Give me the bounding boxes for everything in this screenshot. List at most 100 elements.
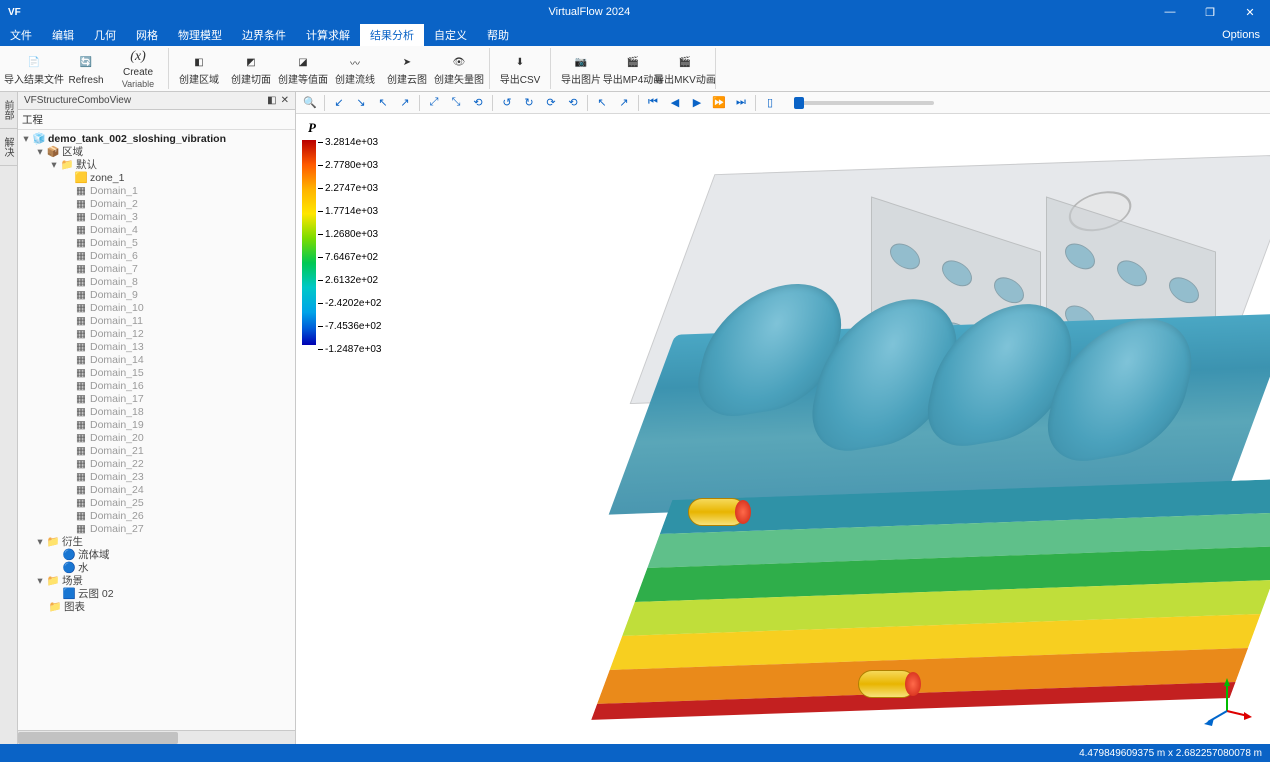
- select-icon[interactable]: ↗: [614, 94, 634, 112]
- ribbon-iso-icon[interactable]: ◪创建等值面: [277, 48, 329, 89]
- ribbon-streamline-icon[interactable]: 〰创建流线: [329, 48, 381, 89]
- timeline-slider[interactable]: [794, 101, 934, 105]
- ribbon-import-icon[interactable]: 📄导入结果文件: [8, 48, 60, 89]
- menu-item[interactable]: 帮助: [477, 24, 519, 46]
- tree-domain[interactable]: ▦Domain_18: [18, 405, 295, 418]
- tree-derived[interactable]: ▾ 📁 衍生: [18, 535, 295, 548]
- menu-item[interactable]: 网格: [126, 24, 168, 46]
- tree-domain[interactable]: ▦Domain_8: [18, 275, 295, 288]
- ribbon-mkv-icon[interactable]: 🎬导出MKV动画: [659, 48, 711, 89]
- ribbon-variable-icon[interactable]: (x)CreateVariable: [112, 48, 164, 89]
- menu-item[interactable]: 编辑: [42, 24, 84, 46]
- menu-item[interactable]: 物理模型: [168, 24, 232, 46]
- tree-domain[interactable]: ▦Domain_21: [18, 444, 295, 457]
- ribbon-region-icon[interactable]: ◧创建区域: [173, 48, 225, 89]
- tree-h-scrollbar[interactable]: [18, 730, 295, 744]
- tree-panel-header: VFStructureComboView ◧ ✕: [18, 92, 295, 110]
- tree-domain[interactable]: ▦Domain_11: [18, 314, 295, 327]
- playback-first[interactable]: ⏮: [643, 94, 663, 112]
- playback-prev[interactable]: ◀: [665, 94, 685, 112]
- tree-domain[interactable]: ▦Domain_6: [18, 249, 295, 262]
- tree-domain[interactable]: ▦Domain_14: [18, 353, 295, 366]
- tree-domain[interactable]: ▦Domain_24: [18, 483, 295, 496]
- render-canvas[interactable]: P 3.2814e+032.7780e+032.2747e+031.7714e+…: [296, 114, 1270, 744]
- ribbon-csv-icon[interactable]: ⬇导出CSV: [494, 48, 546, 89]
- project-tree[interactable]: ▾ 🧊 demo_tank_002_sloshing_vibration ▾ 📦…: [18, 130, 295, 730]
- tree-domain[interactable]: ▦Domain_19: [18, 418, 295, 431]
- tree-scene[interactable]: ▾ 📁 场景: [18, 574, 295, 587]
- tree-domain[interactable]: ▦Domain_23: [18, 470, 295, 483]
- ribbon-image-icon[interactable]: 📷导出图片: [555, 48, 607, 89]
- tree-domain[interactable]: ▦Domain_22: [18, 457, 295, 470]
- expand-icon[interactable]: ▾: [34, 146, 46, 158]
- tree-domain[interactable]: ▦Domain_26: [18, 509, 295, 522]
- tree-default[interactable]: ▾ 📁 默认: [18, 158, 295, 171]
- tree-zone[interactable]: 🟨 zone_1: [18, 171, 295, 184]
- maximize-button[interactable]: ❐: [1190, 0, 1230, 24]
- menu-item[interactable]: 结果分析: [360, 24, 424, 46]
- tree-domain[interactable]: ▦Domain_20: [18, 431, 295, 444]
- side-tab[interactable]: 解决: [0, 129, 17, 166]
- expand-icon[interactable]: ▾: [34, 536, 46, 548]
- tree-derived-item[interactable]: 🔵水: [18, 561, 295, 574]
- playback-play[interactable]: ▶: [687, 94, 707, 112]
- menu-item[interactable]: 文件: [0, 24, 42, 46]
- tree-domain[interactable]: ▦Domain_2: [18, 197, 295, 210]
- tree-project[interactable]: ▾ 🧊 demo_tank_002_sloshing_vibration: [18, 132, 295, 145]
- axis-view-icon[interactable]: ⟲: [468, 94, 488, 112]
- tree-domain[interactable]: ▦Domain_1: [18, 184, 295, 197]
- rotate-icon[interactable]: ⟲: [563, 94, 583, 112]
- axis-view-icon[interactable]: ⤡: [446, 94, 466, 112]
- tree-domain[interactable]: ▦Domain_16: [18, 379, 295, 392]
- tree-domain[interactable]: ▦Domain_25: [18, 496, 295, 509]
- tree-domain[interactable]: ▦Domain_7: [18, 262, 295, 275]
- zoom-fit-icon[interactable]: 🔍: [300, 94, 320, 112]
- menu-item[interactable]: 边界条件: [232, 24, 296, 46]
- tree-domain[interactable]: ▦Domain_10: [18, 301, 295, 314]
- rotate-icon[interactable]: ↻: [519, 94, 539, 112]
- playback-last[interactable]: ⏭: [731, 94, 751, 112]
- menu-item[interactable]: 几何: [84, 24, 126, 46]
- tree-domain[interactable]: ▦Domain_12: [18, 327, 295, 340]
- tree-chart[interactable]: 📁 图表: [18, 600, 295, 613]
- menu-options[interactable]: Options: [1212, 24, 1270, 46]
- domain-icon: ▦: [74, 328, 88, 340]
- playback-next[interactable]: ⏩: [709, 94, 729, 112]
- tree-region[interactable]: ▾ 📦 区域: [18, 145, 295, 158]
- minimize-button[interactable]: —: [1150, 0, 1190, 24]
- tree-root-label: 工程: [18, 110, 295, 130]
- axis-view-icon[interactable]: ↖: [373, 94, 393, 112]
- ribbon-refresh-icon[interactable]: 🔄Refresh: [60, 48, 112, 89]
- axis-view-icon[interactable]: ↘: [351, 94, 371, 112]
- tree-domain[interactable]: ▦Domain_4: [18, 223, 295, 236]
- tree-domain[interactable]: ▦Domain_9: [18, 288, 295, 301]
- select-icon[interactable]: ↖: [592, 94, 612, 112]
- ribbon-contour-icon[interactable]: ➤创建云图: [381, 48, 433, 89]
- tree-scene-item[interactable]: 🟦云图 02: [18, 587, 295, 600]
- tree-domain[interactable]: ▦Domain_27: [18, 522, 295, 535]
- tree-domain[interactable]: ▦Domain_17: [18, 392, 295, 405]
- rotate-icon[interactable]: ⟳: [541, 94, 561, 112]
- tree-domain[interactable]: ▦Domain_5: [18, 236, 295, 249]
- axis-view-icon[interactable]: ↗: [395, 94, 415, 112]
- tree-domain[interactable]: ▦Domain_13: [18, 340, 295, 353]
- side-tab[interactable]: 前部: [0, 92, 17, 129]
- expand-icon[interactable]: ▾: [34, 575, 46, 587]
- tree-derived-item[interactable]: 🔵流体域: [18, 548, 295, 561]
- axis-view-icon[interactable]: ⤢: [424, 94, 444, 112]
- expand-icon[interactable]: ▾: [48, 159, 60, 171]
- ribbon-mp4-icon[interactable]: 🎬导出MP4动画: [607, 48, 659, 89]
- tree-domain[interactable]: ▦Domain_3: [18, 210, 295, 223]
- tree-domain[interactable]: ▦Domain_15: [18, 366, 295, 379]
- axis-view-icon[interactable]: ↙: [329, 94, 349, 112]
- close-panel-icon[interactable]: ✕: [281, 95, 289, 106]
- ribbon-slice-icon[interactable]: ◩创建切面: [225, 48, 277, 89]
- tree-panel: VFStructureComboView ◧ ✕ 工程 ▾ 🧊 demo_tan…: [18, 92, 296, 744]
- menu-item[interactable]: 计算求解: [296, 24, 360, 46]
- expand-icon[interactable]: ▾: [20, 133, 32, 145]
- close-button[interactable]: ✕: [1230, 0, 1270, 24]
- rotate-icon[interactable]: ↺: [497, 94, 517, 112]
- undock-icon[interactable]: ◧: [267, 95, 276, 106]
- menu-item[interactable]: 自定义: [424, 24, 477, 46]
- ribbon-vector-icon[interactable]: 👁创建矢量图: [433, 48, 485, 89]
